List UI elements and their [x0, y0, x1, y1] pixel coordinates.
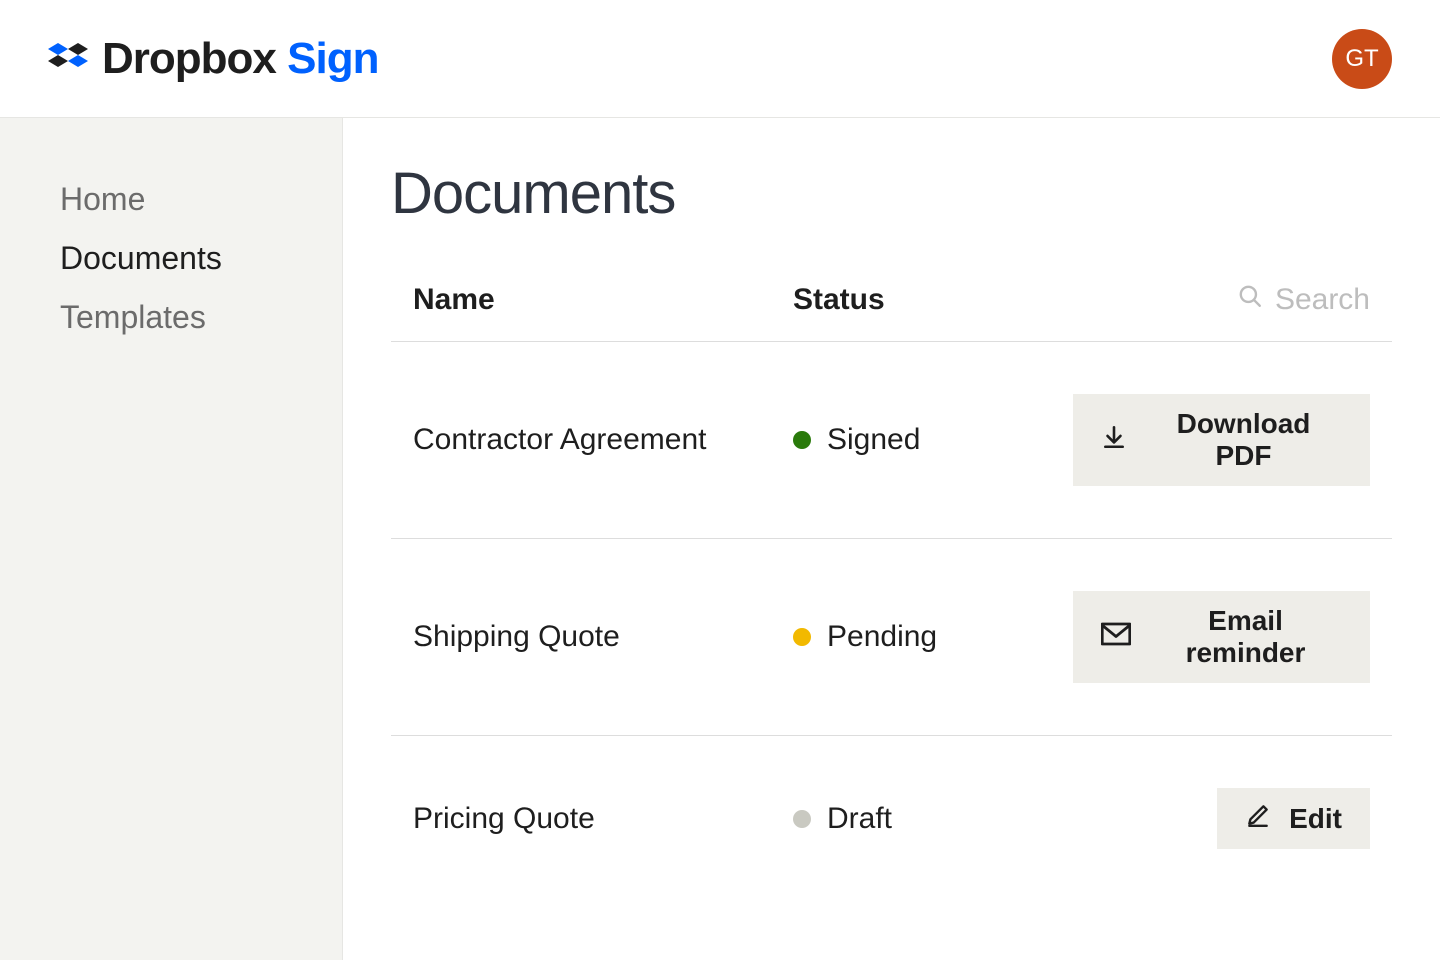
download-pdf-button[interactable]: Download PDF — [1073, 394, 1370, 486]
download-icon — [1101, 424, 1127, 457]
status-cell: Draft — [793, 802, 1073, 836]
status-label: Pending — [827, 620, 937, 654]
brand-primary: Dropbox — [102, 34, 276, 83]
search-input[interactable]: Search — [1237, 283, 1370, 317]
status-dot-icon — [793, 810, 811, 828]
document-name[interactable]: Contractor Agreement — [413, 423, 793, 457]
status-label: Draft — [827, 802, 892, 836]
search-placeholder: Search — [1275, 283, 1370, 317]
page-title: Documents — [391, 160, 1392, 227]
sidebar-item-documents[interactable]: Documents — [60, 229, 342, 288]
table-header: Name Status Search — [391, 283, 1392, 342]
header: Dropbox Sign GT — [0, 0, 1440, 118]
status-cell: Signed — [793, 423, 1073, 457]
action-label: Edit — [1289, 803, 1342, 835]
main: Documents Name Status Search — [343, 118, 1440, 960]
documents-table: Name Status Search Contractor Agreeme — [391, 283, 1392, 901]
mail-icon — [1101, 621, 1131, 653]
action-label: Email reminder — [1149, 605, 1342, 669]
brand-text: Dropbox Sign — [102, 34, 378, 84]
sidebar-item-home[interactable]: Home — [60, 170, 342, 229]
avatar-initials: GT — [1345, 45, 1378, 73]
action-label: Download PDF — [1145, 408, 1342, 472]
email-reminder-button[interactable]: Email reminder — [1073, 591, 1370, 683]
brand-secondary: Sign — [287, 34, 378, 83]
document-name[interactable]: Pricing Quote — [413, 802, 793, 836]
edit-button[interactable]: Edit — [1217, 788, 1370, 849]
search-icon — [1237, 283, 1263, 317]
edit-icon — [1245, 802, 1271, 835]
table-row: Contractor Agreement Signed — [391, 342, 1392, 539]
status-label: Signed — [827, 423, 920, 457]
table-row: Pricing Quote Draft Edit — [391, 736, 1392, 901]
status-dot-icon — [793, 628, 811, 646]
dropbox-logo-icon — [48, 39, 88, 79]
sidebar: Home Documents Templates — [0, 118, 343, 960]
column-header-name: Name — [413, 283, 793, 317]
status-dot-icon — [793, 431, 811, 449]
sidebar-item-templates[interactable]: Templates — [60, 288, 342, 347]
status-cell: Pending — [793, 620, 1073, 654]
brand: Dropbox Sign — [48, 34, 378, 84]
table-row: Shipping Quote Pending Email reminder — [391, 539, 1392, 736]
avatar[interactable]: GT — [1332, 29, 1392, 89]
document-name[interactable]: Shipping Quote — [413, 620, 793, 654]
column-header-status: Status — [793, 283, 1073, 317]
